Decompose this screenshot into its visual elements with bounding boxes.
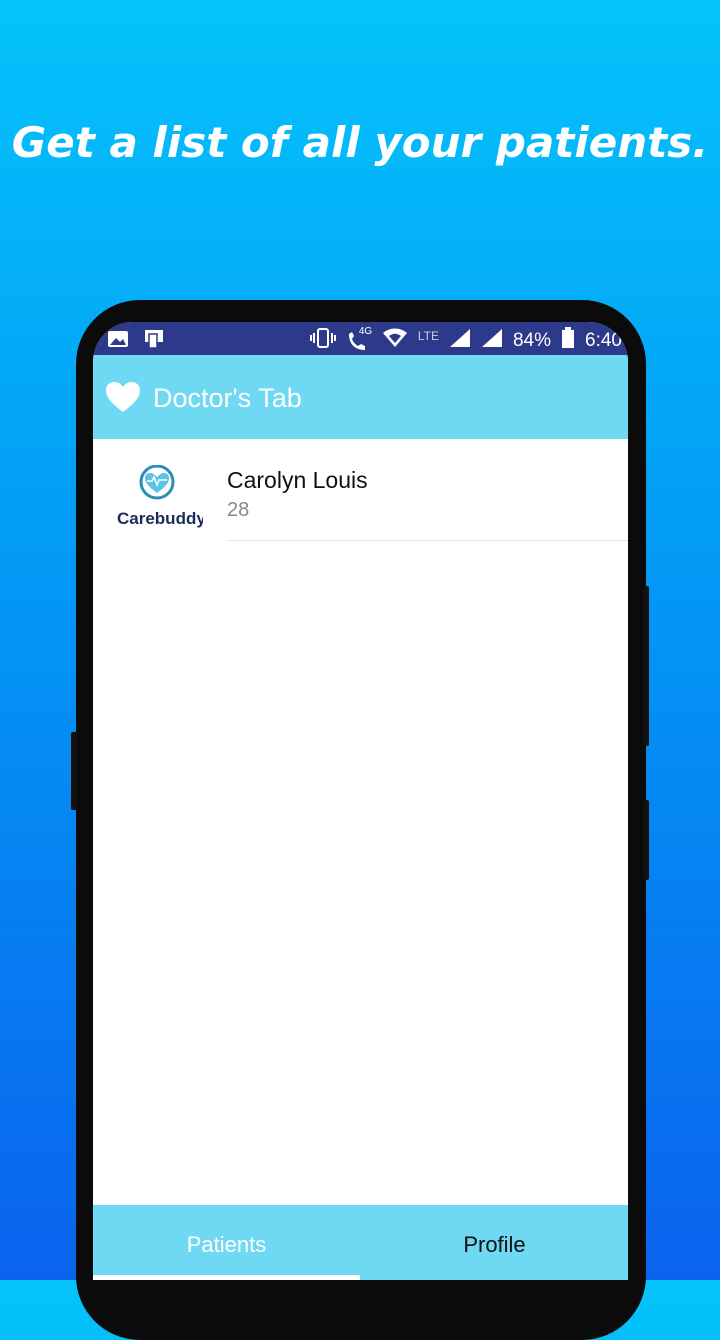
phone-volume-button (643, 586, 649, 746)
tab-patients[interactable]: Patients (93, 1205, 360, 1280)
battery-percent: 84% (512, 330, 552, 351)
phone-side-button (71, 732, 77, 810)
cast-icon (143, 328, 167, 356)
app-bar: Doctor's Tab (93, 355, 628, 439)
promo-headline: Get a list of all your patients. (11, 118, 709, 167)
patient-name: Carolyn Louis (227, 467, 368, 493)
signal-icon-1 (449, 328, 471, 354)
bottom-navigation: Patients Profile (93, 1205, 628, 1280)
app-title: Doctor's Tab (153, 383, 302, 413)
tab-patients-label: Patients (186, 1232, 267, 1257)
patient-age: 28 (227, 499, 250, 521)
avatar-brand-text: Carebuddy (117, 509, 203, 528)
phone-screen: 4G LTE 84% 6:40 Doctor's Tab Carebuddy C… (93, 322, 628, 1280)
heart-icon (105, 381, 141, 418)
patient-avatar: Carebuddy (111, 461, 203, 537)
carebuddy-logo-icon (139, 465, 175, 500)
status-bar: 4G LTE 84% 6:40 (93, 322, 628, 355)
tab-selected-indicator (93, 1275, 360, 1280)
wifi-icon (382, 328, 408, 354)
lte-label: LTE (417, 329, 439, 343)
phone-power-button (643, 800, 649, 880)
signal-icon-2 (481, 328, 503, 354)
gallery-icon (107, 330, 129, 354)
battery-icon (561, 327, 575, 355)
tab-profile-label: Profile (463, 1232, 526, 1257)
row-divider (227, 540, 628, 541)
clock: 6:40 (585, 330, 622, 351)
tab-profile[interactable]: Profile (361, 1205, 628, 1280)
vibrate-icon (309, 328, 336, 354)
patient-list: Carebuddy Carolyn Louis 28 (93, 439, 628, 541)
patient-row[interactable]: Carebuddy Carolyn Louis 28 (93, 439, 628, 541)
phone-4g-icon: 4G (346, 326, 372, 352)
4g-label: 4G (358, 326, 373, 337)
